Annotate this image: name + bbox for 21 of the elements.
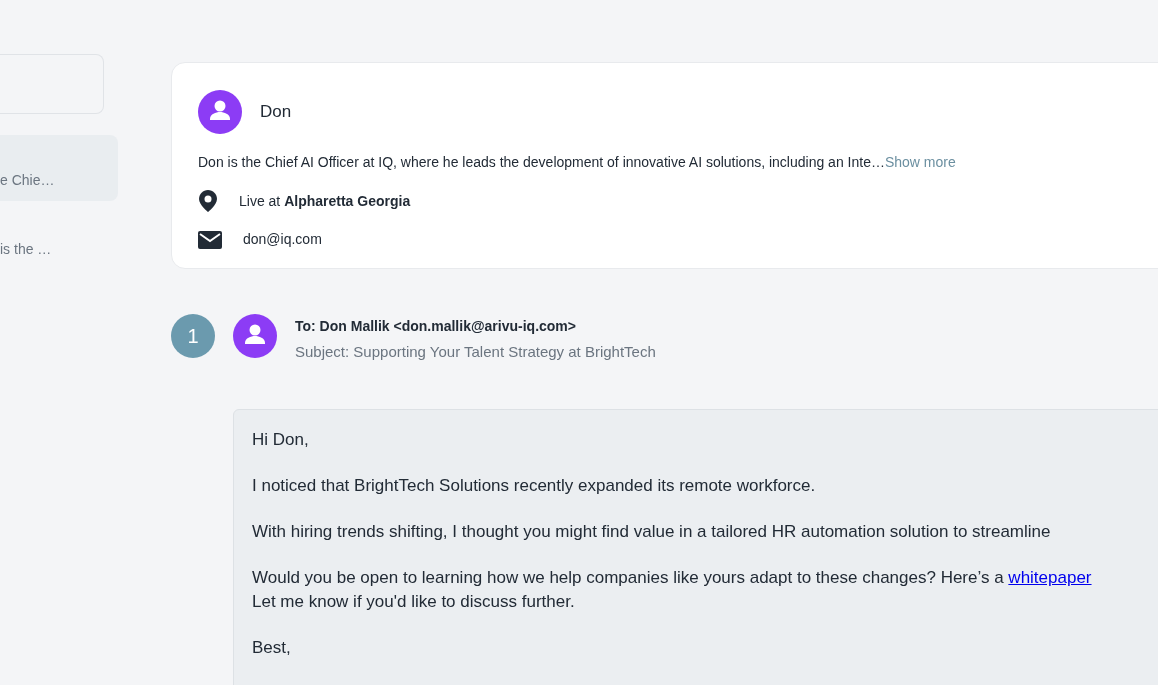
mail-icon (198, 230, 222, 249)
subject-line: Subject: Supporting Your Talent Strategy at BrightTech (295, 342, 656, 362)
whitepaper-link[interactable]: whitepaper (1008, 567, 1092, 587)
email-text: don@iq.com (243, 230, 322, 249)
profile-bio: Don is the Chief AI Officer at IQ, where he leads the development of innovative AI solutions, including an Inte… (198, 154, 885, 170)
email-paragraph: With hiring trends shifting, I thought you might find value in a tailored HR automation solution to streamline (252, 520, 1052, 543)
step-number: 1 (171, 314, 215, 358)
location-pin-icon (198, 189, 218, 213)
location-text: Live at Alpharetta Georgia (239, 191, 411, 211)
profile-name: Don (260, 101, 292, 124)
email-paragraph: Hi Don, (252, 428, 310, 451)
conversation-item[interactable]: e Chie… (0, 135, 118, 201)
avatar-icon (233, 314, 277, 358)
show-more-link[interactable]: Show more (884, 154, 956, 170)
email-paragraph: I noticed that BrightTech Solutions recently expanded its remote workforce. (252, 474, 817, 497)
conversation-item[interactable]: is the … (0, 215, 118, 270)
email-paragraph: Would you be open to learning how we help companies like yours adapt to these changes? Here’s a (252, 567, 1005, 587)
email-paragraph: Best, (252, 636, 292, 659)
avatar-icon (198, 90, 242, 134)
recipient-line: To: Don Mallik <don.mallik@arivu-iq.com> (295, 317, 577, 336)
email-paragraph: Let me know if you'd like to discuss further. (252, 590, 576, 613)
